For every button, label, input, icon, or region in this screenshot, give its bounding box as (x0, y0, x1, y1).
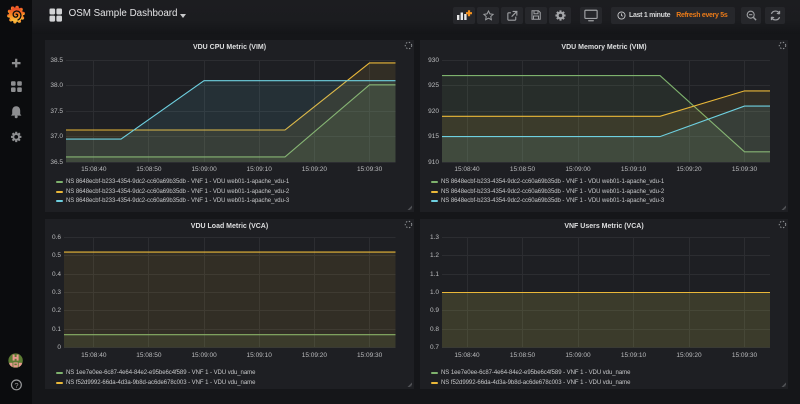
svg-text:?: ? (14, 381, 18, 390)
